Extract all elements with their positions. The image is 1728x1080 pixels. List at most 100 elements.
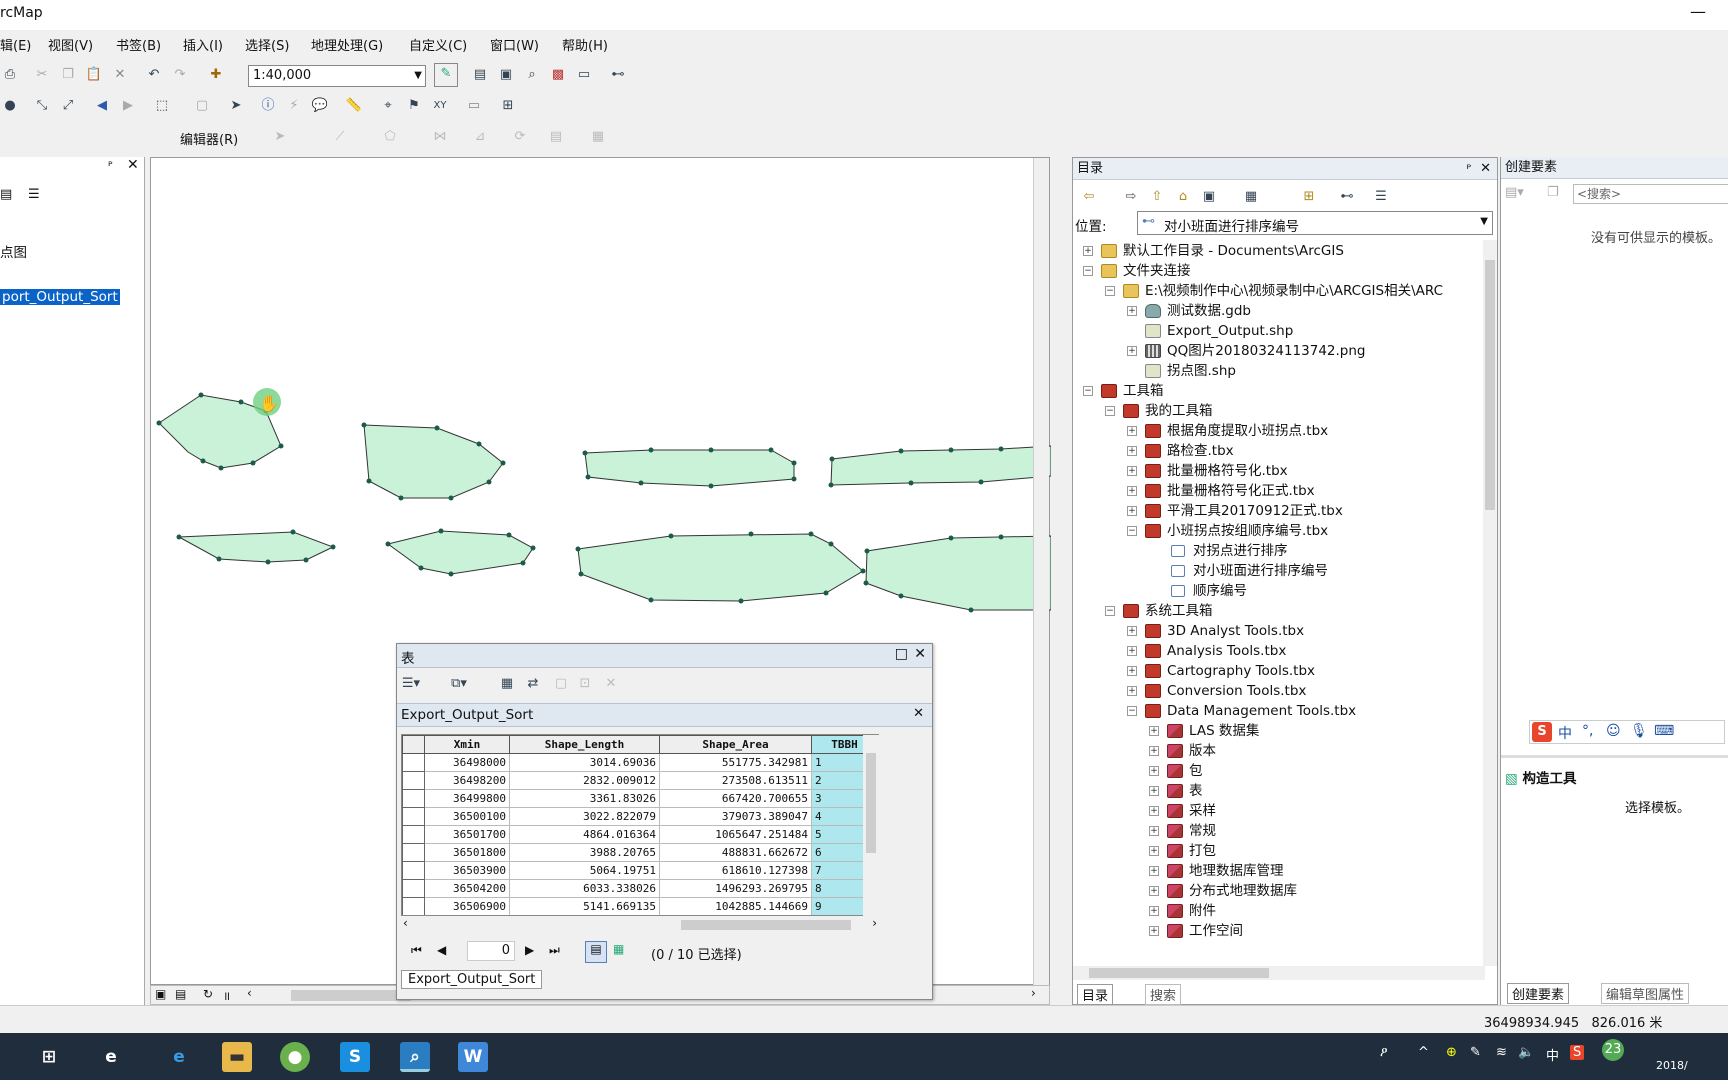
split-tool-icon[interactable]: ⋈ (430, 127, 450, 147)
select-elements-icon[interactable]: ➤ (226, 96, 246, 116)
table-cell[interactable]: 618610.127398 (659, 861, 812, 880)
forward-icon[interactable]: ⇨ (1121, 187, 1141, 207)
table-cell[interactable]: 36498200 (424, 771, 510, 790)
close-icon[interactable]: ✕ (127, 157, 139, 173)
identify-icon[interactable]: ⓘ (258, 96, 278, 116)
network-icon[interactable]: ≋ (1496, 1045, 1507, 1060)
table-cell[interactable]: 488831.662672 (659, 843, 812, 862)
toc-layer-points[interactable]: 点图 (0, 241, 27, 261)
row-selector[interactable] (402, 825, 425, 844)
volume-icon[interactable]: 🔈 (1518, 1045, 1534, 1060)
arcmap-icon[interactable]: ⌕ (400, 1042, 430, 1072)
grid-vertical-scrollbar[interactable] (863, 735, 879, 917)
table-cell[interactable]: 667420.700655 (659, 789, 812, 808)
sogou-ime-icon[interactable]: S (1532, 722, 1552, 742)
col-shape-length[interactable]: Shape_Length (509, 735, 660, 754)
layout-view-icon[interactable]: ▤ (175, 987, 186, 1001)
sogou-tray-icon[interactable]: S (1570, 1045, 1585, 1060)
col-shape-area[interactable]: Shape_Area (659, 735, 812, 754)
table-cell[interactable]: 379073.389047 (659, 807, 812, 826)
table-cell[interactable]: 3988.20765 (509, 843, 660, 862)
back-arrow-icon[interactable]: ◀ (92, 96, 112, 116)
catalog-hscroll-thumb[interactable] (1089, 968, 1269, 978)
table-row[interactable]: 36499800 3361.83026 667420.700655 3 (402, 789, 878, 808)
menu-bookmarks[interactable]: 书签(B) (116, 35, 161, 54)
people-icon[interactable]: ዖ (1380, 1045, 1388, 1060)
table-row[interactable]: 36503900 5064.19751 618610.127398 7 (402, 861, 878, 880)
time-slider-icon[interactable]: ▭ (464, 96, 484, 116)
up-one-level-icon[interactable]: ⇧ (1147, 187, 1167, 207)
table-cell[interactable]: 36500100 (424, 807, 510, 826)
show-selected-records-icon[interactable]: ▦ (613, 942, 624, 956)
zoom-to-selected-icon[interactable]: ⊡ (575, 674, 595, 694)
templates-view-icon[interactable]: ❐ (1547, 185, 1559, 200)
table-icon[interactable]: ▤ (470, 65, 490, 85)
catalog-horizontal-scrollbar[interactable] (1073, 966, 1485, 980)
forward-arrow-icon[interactable]: ▶ (118, 96, 138, 116)
pin-icon[interactable]: ᴾ (108, 159, 113, 173)
hyperlink-icon[interactable]: ⚡ (284, 96, 304, 116)
home-icon[interactable]: ⌂ (1173, 187, 1193, 207)
show-all-records-icon[interactable]: ▤ (585, 941, 607, 963)
table-row[interactable]: 36498200 2832.009012 273508.613511 2 (402, 771, 878, 790)
row-selector[interactable] (402, 861, 425, 880)
col-xmin[interactable]: Xmin (424, 735, 510, 754)
edit-tool-icon[interactable]: ➤ (270, 127, 290, 147)
table-cell[interactable]: 36503900 (424, 861, 510, 880)
menu-edit[interactable]: 辑(E) (0, 35, 31, 54)
ime-indicator[interactable]: 中 (1546, 1045, 1559, 1064)
tab-search[interactable]: 搜索 (1145, 984, 1182, 1005)
menu-insert[interactable]: 插入(I) (183, 35, 223, 54)
paste-icon[interactable]: 📋 (84, 65, 104, 85)
search-window-icon[interactable]: ⌕ (522, 65, 542, 85)
table-cell[interactable]: 3361.83026 (509, 789, 660, 808)
editor-menu[interactable]: 编辑器(R) (180, 129, 238, 148)
connect-folder-icon[interactable]: ⊞ (1299, 187, 1319, 207)
tab-edit-sketch-properties[interactable]: 编辑草图属性 (1601, 983, 1690, 1004)
tab-create-features[interactable]: 创建要素 (1507, 983, 1570, 1004)
table-row[interactable]: 36501800 3988.20765 488831.662672 6 (402, 843, 878, 862)
app-s-icon[interactable]: S (340, 1042, 370, 1072)
toc-options-icon[interactable]: ☰ (28, 187, 40, 202)
options-icon[interactable]: ☰ (1371, 187, 1391, 207)
table-cell[interactable]: 1065647.251484 (659, 825, 812, 844)
sketch-properties-icon[interactable]: ▦ (588, 127, 608, 147)
map-horizontal-scroll-thumb[interactable] (291, 990, 411, 1001)
grid-scroll-thumb[interactable] (866, 753, 876, 853)
select-features-icon[interactable]: ⬚ (152, 96, 172, 116)
ime-keyboard-icon[interactable]: ⌨ (1654, 723, 1674, 739)
catalog-scroll-thumb[interactable] (1485, 260, 1495, 510)
maximize-icon[interactable]: □ (895, 646, 908, 662)
table-row[interactable]: 36501700 4864.016364 1065647.251484 5 (402, 825, 878, 844)
close-icon[interactable]: ✕ (913, 706, 924, 721)
select-by-attributes-icon[interactable]: ▦ (497, 674, 517, 694)
row-selector[interactable] (402, 771, 425, 790)
organize-templates-icon[interactable]: ▤▾ (1505, 185, 1524, 200)
pin-icon[interactable]: ᴾ (1466, 158, 1471, 180)
back-icon[interactable]: ⇦ (1079, 187, 1099, 207)
minimize-icon[interactable]: — (1690, 2, 1706, 21)
html-popup-icon[interactable]: 💬 (310, 96, 330, 116)
tray-expand-icon[interactable]: ^ (1418, 1045, 1429, 1060)
ime-chinese-mode[interactable]: 中 (1558, 723, 1572, 743)
table-row[interactable]: 36506900 5141.669135 1042885.144669 9 (402, 897, 878, 915)
table-row[interactable]: 36500100 3022.822079 379073.389047 4 (402, 807, 878, 826)
next-record-icon[interactable]: ▶ (525, 943, 534, 957)
edge-browser-icon-2[interactable]: e (164, 1042, 194, 1072)
table-cell[interactable]: 2832.009012 (509, 771, 660, 790)
edge-browser-icon-1[interactable]: e (96, 1042, 126, 1072)
ime-punctuation-icon[interactable]: °, (1582, 723, 1593, 739)
table-cell[interactable]: 1496293.269795 (659, 879, 812, 898)
refresh-icon[interactable]: ↻ (203, 987, 213, 1001)
sketch-tool-icon[interactable]: ⬠ (380, 127, 400, 147)
first-record-icon[interactable]: ⏮ (411, 943, 422, 958)
table-cell[interactable]: 551775.342981 (659, 753, 812, 772)
add-data-icon[interactable]: ✚ (206, 65, 226, 85)
app-green-icon[interactable]: ● (280, 1042, 310, 1072)
catalog-vertical-scrollbar[interactable] (1483, 240, 1497, 966)
menu-window[interactable]: 窗口(W) (490, 35, 539, 54)
menu-geoprocessing[interactable]: 地理处理(G) (311, 35, 383, 54)
data-view-icon[interactable]: ▣ (155, 987, 166, 1001)
close-icon[interactable]: ✕ (914, 646, 926, 662)
catalog-icon[interactable]: ▣ (496, 65, 516, 85)
